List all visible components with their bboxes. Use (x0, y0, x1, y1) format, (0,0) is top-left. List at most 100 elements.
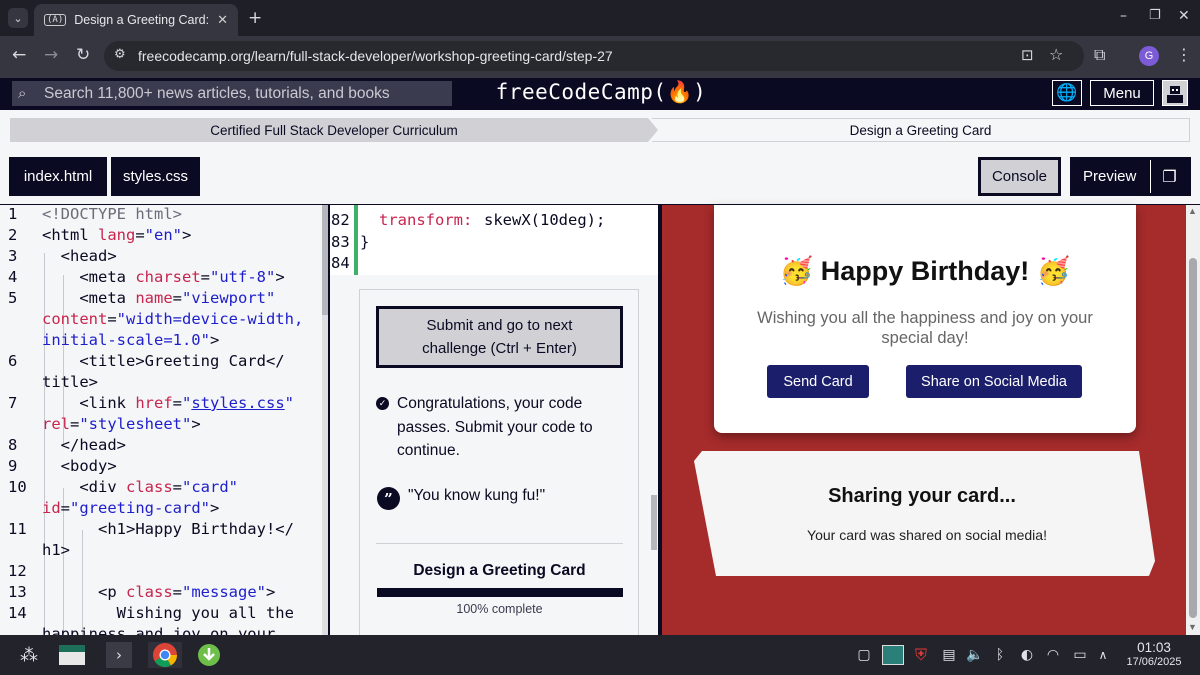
line-number: 84 (331, 254, 350, 272)
url-text: freecodecamp.org/learn/full-stack-develo… (138, 48, 613, 64)
tab-title: Design a Greeting Card: Ste (74, 13, 210, 27)
progress-title: Design a Greeting Card (413, 562, 586, 579)
clock-date: 17/06/2025 (1126, 656, 1182, 668)
editable-region-marker (354, 205, 358, 275)
code-line: <body> (42, 457, 117, 475)
code-line: <h1>Happy Birthday!</ (42, 520, 294, 538)
tray-expand-icon[interactable]: ∧ (1096, 642, 1110, 668)
css-property: transform: (379, 211, 473, 229)
check-icon: ✓ (376, 397, 389, 410)
workspace-icon[interactable] (882, 642, 904, 668)
menu-button[interactable]: Menu (1090, 80, 1154, 106)
code-line: <link href="styles.css" (42, 394, 295, 412)
editor-scrollbar-thumb[interactable] (322, 205, 328, 315)
code-line: title> (42, 373, 98, 391)
line-number: 6 (8, 352, 18, 370)
user-avatar[interactable] (1162, 80, 1188, 106)
wifi-icon[interactable]: ◠ (1044, 642, 1062, 668)
fcc-logo[interactable]: freeCodeCamp(🔥) (460, 80, 742, 106)
bookmark-star-icon[interactable]: ☆ (1049, 45, 1063, 64)
code-line: <meta name="viewport" (42, 289, 276, 307)
card-message: Wishing you all the happiness and joy on… (757, 309, 1093, 347)
share-title: Sharing your card... (828, 485, 1016, 507)
install-app-icon[interactable]: ⊡ (1021, 46, 1034, 64)
code-line: <title>Greeting Card</ (42, 352, 285, 370)
shield-icon[interactable]: ⛨ (912, 642, 930, 668)
scroll-down-icon[interactable]: ▼ (1188, 622, 1197, 632)
share-button[interactable]: Share on Social Media (906, 365, 1082, 398)
extensions-icon[interactable]: ⧉ (1094, 45, 1105, 65)
scroll-up-icon[interactable]: ▲ (1188, 206, 1197, 216)
file-manager-icon[interactable] (58, 642, 86, 668)
line-number: 8 (8, 436, 18, 454)
line-number: 12 (8, 562, 27, 580)
chrome-icon[interactable] (148, 642, 182, 668)
preview-scrollbar-thumb[interactable] (1189, 258, 1197, 618)
line-number: 82 (331, 211, 350, 229)
download-icon (198, 644, 220, 666)
browser-tab[interactable]: (A) Design a Greeting Card: Ste ✕ (34, 4, 238, 36)
quote-icon: ” (377, 487, 400, 510)
network-icon[interactable]: ◐ (1018, 642, 1036, 668)
browser-menu-icon[interactable]: ⋮ (1176, 45, 1192, 64)
code-line: <html lang="en"> (42, 226, 192, 244)
language-globe-icon[interactable]: 🌐 (1052, 80, 1082, 106)
site-info-icon[interactable]: ⚙ (114, 47, 126, 62)
pass-message: Congratulations, your code passes. Submi… (397, 395, 593, 459)
reload-icon[interactable]: ↻ (76, 45, 90, 65)
code-line: content="width=device-width, (42, 310, 304, 328)
line-number: 11 (8, 520, 27, 538)
code-line: id="greeting-card"> (42, 499, 220, 517)
breadcrumb-curriculum[interactable]: Certified Full Stack Developer Curriculu… (10, 118, 658, 142)
volume-icon[interactable]: 🔈 (966, 642, 984, 668)
search-input[interactable]: Search 11,800+ news articles, tutorials,… (12, 81, 452, 106)
url-field[interactable]: freecodecamp.org/learn/full-stack-develo… (104, 41, 1084, 71)
css-value: skewX(10deg); (484, 211, 606, 229)
bluetooth-icon[interactable]: ᛒ (992, 642, 1008, 668)
code-line: <div class="card" (42, 478, 239, 496)
tab-styles-css[interactable]: styles.css (111, 157, 200, 196)
clock[interactable]: 01:03 17/06/2025 (1114, 641, 1194, 669)
card-heading: 🥳 Happy Birthday! 🥳 (779, 256, 1071, 286)
back-icon[interactable]: ← (12, 45, 26, 65)
share-message: Your card was shared on social media! (807, 527, 1047, 543)
restore-icon[interactable]: ❐ (1149, 8, 1161, 23)
line-number: 4 (8, 268, 18, 286)
new-tab-icon[interactable]: + (248, 8, 262, 28)
app-launcher-icon[interactable]: ⁂ (16, 642, 42, 668)
show-desktop-icon[interactable]: ▢ (856, 642, 872, 668)
code-line: <head> (42, 247, 117, 265)
profile-avatar[interactable]: G (1139, 46, 1159, 66)
battery-icon[interactable]: ▭ (1070, 642, 1090, 668)
line-number: 1 (8, 205, 18, 223)
close-tab-icon[interactable]: ✕ (217, 12, 228, 28)
clock-time: 01:03 (1137, 640, 1171, 655)
submit-button[interactable]: Submit and go to next challenge (Ctrl + … (376, 306, 623, 368)
code-line: <meta charset="utf-8"> (42, 268, 285, 286)
code-line: h1> (42, 541, 70, 559)
terminal-icon[interactable]: › (106, 642, 132, 668)
progress-text: 100% complete (456, 602, 543, 616)
send-card-button[interactable]: Send Card (767, 365, 869, 398)
download-manager-icon[interactable] (196, 642, 222, 668)
forward-icon[interactable]: → (44, 45, 58, 65)
minimize-icon[interactable]: – (1120, 8, 1127, 24)
breadcrumb-workshop[interactable]: Design a Greeting Card (652, 118, 1190, 142)
code-line: rel="stylesheet"> (42, 415, 201, 433)
tab-list-icon[interactable]: ⌄ (8, 8, 28, 28)
chrome-logo-icon (153, 643, 177, 668)
user-avatar-icon (1167, 86, 1183, 103)
pane-scrollbar-thumb[interactable] (651, 495, 657, 550)
console-button[interactable]: Console (978, 157, 1061, 196)
code-line: <!DOCTYPE html> (42, 205, 182, 223)
clipboard-icon[interactable]: ▤ (940, 642, 958, 668)
close-window-icon[interactable]: ✕ (1178, 8, 1190, 24)
search-icon: ⌕ (18, 84, 27, 102)
line-number: 14 (8, 604, 27, 622)
preview-popout-icon[interactable]: ❐ (1150, 160, 1188, 193)
share-card (694, 451, 1155, 576)
folder-icon (59, 645, 85, 665)
tab-index-html[interactable]: index.html (9, 157, 107, 196)
html-editor[interactable]: 1 2 3 4 5 6 7 8 9 10 11 12 13 14 <!DOCTY… (0, 205, 328, 635)
code-line: happiness and joy on your (42, 625, 276, 635)
